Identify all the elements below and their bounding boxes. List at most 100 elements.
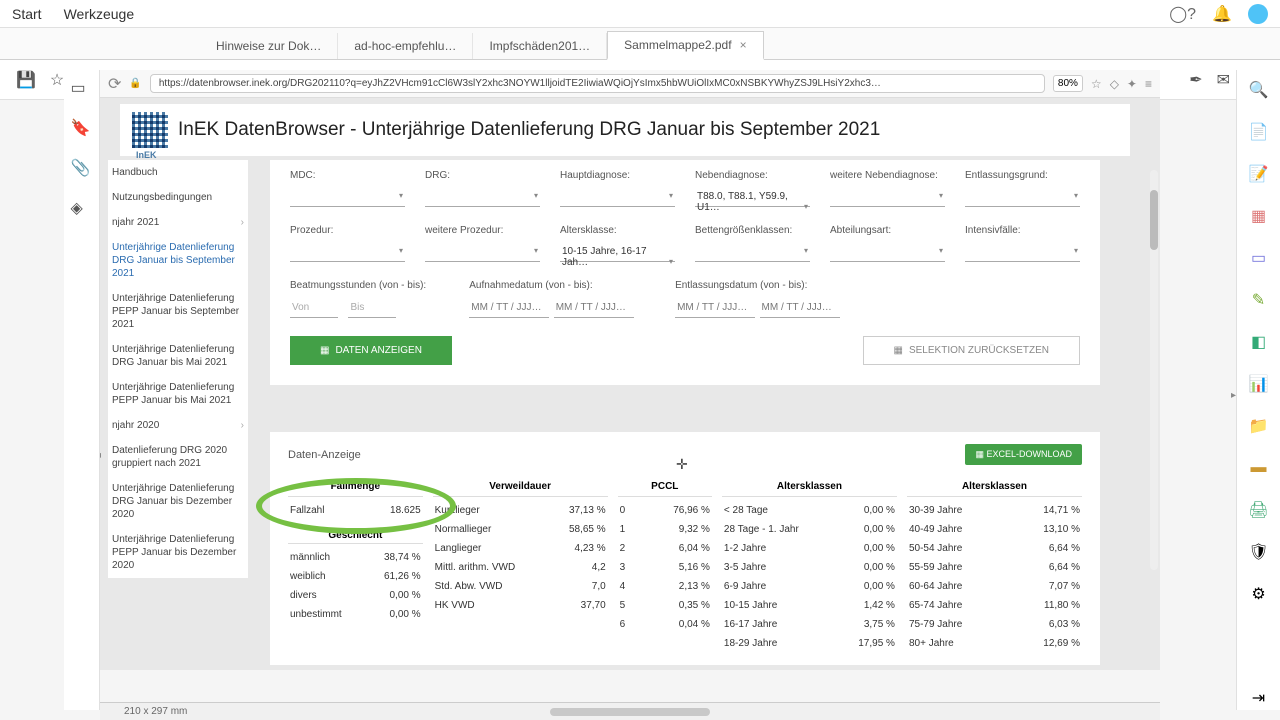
table-row: 35,16 % — [618, 558, 712, 577]
entlassung-bis[interactable]: MM / TT / JJJ… — [760, 298, 840, 318]
avatar[interactable] — [1248, 4, 1268, 24]
content-scrollbar[interactable] — [1150, 170, 1158, 570]
col-alter2: Altersklassen — [907, 477, 1082, 497]
protect-icon[interactable]: 🛡 — [1247, 540, 1271, 564]
aufnahme-bis[interactable]: MM / TT / JJJ… — [554, 298, 634, 318]
compress-icon[interactable]: ▬ — [1247, 456, 1271, 480]
comment-tool-icon[interactable]: ▭ — [1247, 246, 1271, 270]
menu-start[interactable]: Start — [12, 6, 42, 22]
hamburger-icon[interactable]: ≡ — [1145, 77, 1152, 91]
filter-dropdown[interactable] — [830, 242, 945, 262]
bookmark-star-icon[interactable]: ☆ — [1091, 77, 1102, 91]
nav-drg-mai-2021[interactable]: Unterjährige Datenlieferung DRG Januar b… — [108, 337, 248, 375]
show-data-button[interactable]: ▦ DATEN ANZEIGEN — [290, 336, 452, 365]
tab-0[interactable]: Hinweise zur Dok… — [200, 33, 338, 59]
table-row: 076,96 % — [618, 501, 712, 520]
sparkle-icon[interactable]: ✦ — [1127, 77, 1137, 91]
table-row: 10-15 Jahre1,42 % — [722, 596, 897, 615]
nav-pepp-sep-2021[interactable]: Unterjährige Datenlieferung PEPP Januar … — [108, 286, 248, 337]
export-pdf-icon[interactable]: 📄 — [1247, 120, 1271, 144]
col-fallmenge: Fallmenge — [288, 477, 423, 497]
nav-back-icon[interactable]: ⟳ — [108, 74, 121, 94]
filter-dropdown[interactable]: 10-15 Jahre, 16-17 Jah… — [560, 242, 675, 262]
left-collapse-handle[interactable]: ◂ — [100, 450, 101, 461]
filter-dropdown[interactable] — [560, 187, 675, 207]
filter-dropdown[interactable]: T88.0, T88.1, Y59.9, U1… — [695, 187, 810, 207]
filter-dropdown[interactable] — [425, 187, 540, 207]
aufnahme-von[interactable]: MM / TT / JJJ… — [469, 298, 549, 318]
table-row: 18-29 Jahre17,95 % — [722, 634, 897, 653]
filter-label: Altersklasse: — [560, 225, 675, 236]
table-row: 65-74 Jahre11,80 % — [907, 596, 1082, 615]
bell-icon[interactable]: 🔔 — [1212, 4, 1232, 24]
settings-icon[interactable]: ⚙ — [1247, 582, 1271, 606]
close-icon[interactable]: × — [740, 38, 747, 52]
table-row: 50,35 % — [618, 596, 712, 615]
signature-icon[interactable]: ✒ — [1189, 70, 1202, 90]
nav-jahr-2020[interactable]: njahr 2020 — [108, 413, 248, 438]
layers-icon[interactable]: ◈ — [71, 198, 93, 220]
tab-1[interactable]: ad-hoc-empfehlu… — [338, 33, 473, 59]
filter-label: weitere Nebendiagnose: — [830, 170, 945, 181]
beatmung-bis[interactable]: Bis — [348, 298, 396, 318]
table-row: Langlieger4,23 % — [433, 539, 608, 558]
beatmung-von[interactable]: Von — [290, 298, 338, 318]
attachment-icon[interactable]: 📎 — [71, 158, 93, 180]
combine-icon[interactable]: 📁 — [1247, 414, 1271, 438]
save-icon[interactable]: 💾 — [16, 70, 36, 90]
help-icon[interactable]: ◯? — [1169, 4, 1196, 24]
table-row: 1-2 Jahre0,00 % — [722, 539, 897, 558]
filter-dropdown[interactable] — [830, 187, 945, 207]
tab-3[interactable]: Sammelmappe2.pdf× — [607, 31, 763, 60]
table-row: Std. Abw. VWD7,0 — [433, 577, 608, 596]
reset-selection-button[interactable]: ▦ SELEKTION ZURÜCKSETZEN — [863, 336, 1080, 365]
nav-drg-2020[interactable]: Datenlieferung DRG 2020 gruppiert nach 2… — [108, 438, 248, 476]
filter-dropdown[interactable] — [965, 242, 1080, 262]
tab-2[interactable]: Impfschäden201… — [473, 33, 607, 59]
table-row: unbestimmt0,00 % — [288, 605, 423, 624]
url-bar[interactable]: https://datenbrowser.inek.org/DRG202110?… — [150, 74, 1045, 93]
convert-icon[interactable]: 📊 — [1247, 372, 1271, 396]
nav-handbuch[interactable]: Handbuch — [108, 160, 248, 185]
filter-label: Bettengrößenklassen: — [695, 225, 810, 236]
filter-dropdown[interactable] — [290, 242, 405, 262]
nav-jahr-2021[interactable]: njahr 2021 — [108, 210, 248, 235]
menu-tools[interactable]: Werkzeuge — [64, 6, 135, 22]
more-tools-icon[interactable]: ◧ — [1247, 330, 1271, 354]
table-row: 3-5 Jahre0,00 % — [722, 558, 897, 577]
thumbnails-icon[interactable]: ▭ — [71, 78, 93, 100]
embedded-browser-chrome: ⟳ 🔒 https://datenbrowser.inek.org/DRG202… — [100, 70, 1160, 98]
table-row: 28 Tage - 1. Jahr0,00 % — [722, 520, 897, 539]
filter-dropdown[interactable] — [695, 242, 810, 262]
nav-pepp-mai-2021[interactable]: Unterjährige Datenlieferung PEPP Januar … — [108, 375, 248, 413]
filter-label: MDC: — [290, 170, 405, 181]
edit-pdf-icon[interactable]: 📝 — [1247, 162, 1271, 186]
horizontal-scrollbar[interactable] — [550, 708, 710, 716]
fill-sign-icon[interactable]: ✎ — [1247, 288, 1271, 312]
star-icon[interactable]: ☆ — [50, 70, 64, 90]
filter-dropdown[interactable] — [425, 242, 540, 262]
filter-form: MDC: DRG: Hauptdiagnose: Nebendiagnose: … — [270, 160, 1100, 385]
nav-drg-sep-2021[interactable]: Unterjährige Datenlieferung DRG Januar b… — [108, 235, 248, 286]
nav-nutzung[interactable]: Nutzungsbedingungen — [108, 185, 248, 210]
right-collapse-handle[interactable]: ▸ — [1231, 390, 1236, 401]
organize-icon[interactable]: ▦ — [1247, 204, 1271, 228]
shield-icon[interactable]: ◇ — [1110, 77, 1119, 91]
mail-icon[interactable]: ✉ — [1217, 70, 1230, 90]
zoom-level[interactable]: 80% — [1053, 75, 1083, 92]
filter-dropdown[interactable] — [965, 187, 1080, 207]
filter-label: Hauptdiagnose: — [560, 170, 675, 181]
table-row: 75-79 Jahre6,03 % — [907, 615, 1082, 634]
excel-download-button[interactable]: ▦ EXCEL-DOWNLOAD — [965, 444, 1082, 465]
inek-header: InEK InEK DatenBrowser - Unterjährige Da… — [120, 104, 1130, 156]
nav-pepp-dez-2020[interactable]: Unterjährige Datenlieferung PEPP Januar … — [108, 527, 248, 578]
filter-label: Intensivfälle: — [965, 225, 1080, 236]
entlassung-von[interactable]: MM / TT / JJJ… — [675, 298, 755, 318]
expand-icon[interactable]: ⇥ — [1247, 686, 1271, 710]
filter-dropdown[interactable] — [290, 187, 405, 207]
redact-icon[interactable]: 🖨 — [1247, 498, 1271, 522]
zoom-icon[interactable]: 🔍 — [1247, 78, 1271, 102]
bookmark-icon[interactable]: 🔖 — [71, 118, 93, 140]
status-bar: 210 x 297 mm — [100, 702, 1160, 720]
nav-drg-dez-2020[interactable]: Unterjährige Datenlieferung DRG Januar b… — [108, 476, 248, 527]
